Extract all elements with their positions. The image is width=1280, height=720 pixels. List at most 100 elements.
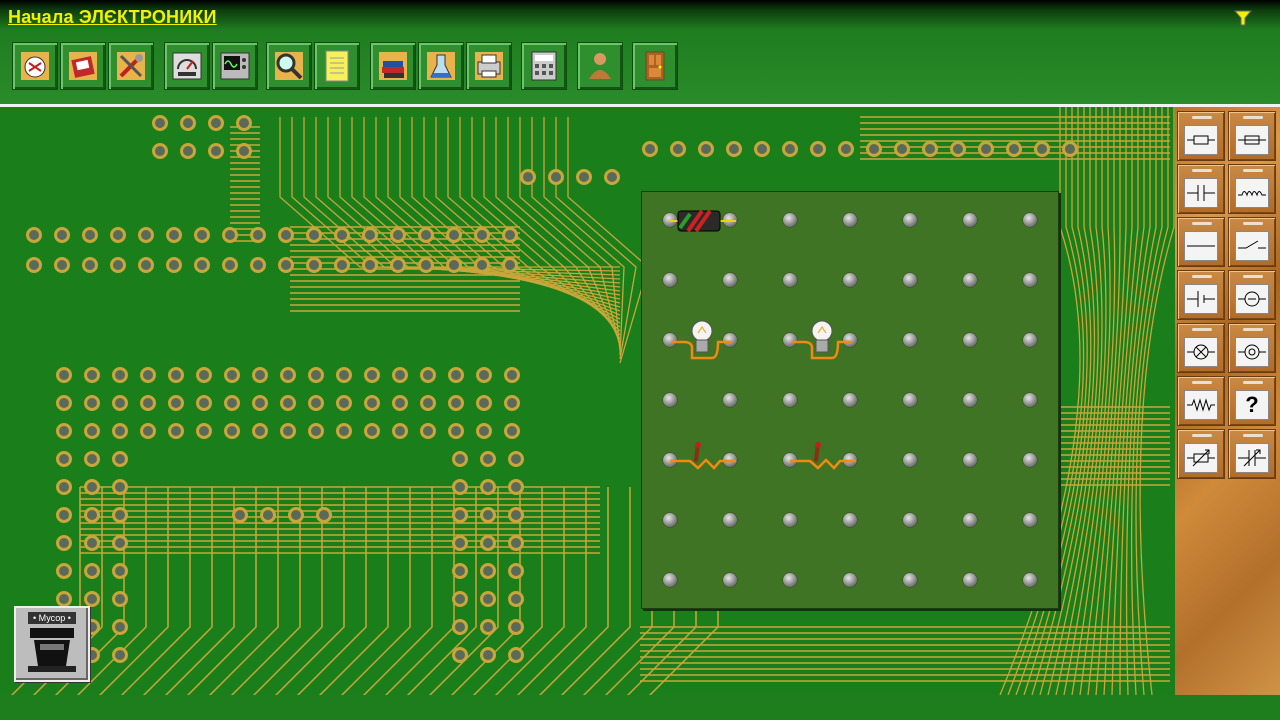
breadboard-peg[interactable]: [783, 513, 797, 527]
printer-icon: [475, 52, 503, 80]
oscilloscope-icon: [220, 52, 250, 80]
breadboard-peg[interactable]: [723, 393, 737, 407]
battery-icon: [1187, 291, 1215, 307]
breadboard-peg[interactable]: [963, 273, 977, 287]
breadboard-peg[interactable]: [1023, 393, 1037, 407]
breadboard-peg[interactable]: [903, 513, 917, 527]
breadboard-peg[interactable]: [1023, 213, 1037, 227]
breadboard-peg[interactable]: [783, 213, 797, 227]
new-circuit-icon: [21, 52, 49, 80]
breadboard-peg[interactable]: [963, 333, 977, 347]
lamp-component-2[interactable]: [792, 318, 852, 364]
voltmeter-icon: [1238, 291, 1266, 307]
breadboard-peg[interactable]: [903, 393, 917, 407]
breadboard-peg[interactable]: [1023, 333, 1037, 347]
breadboard-peg[interactable]: [1023, 273, 1037, 287]
breadboard-peg[interactable]: [663, 393, 677, 407]
switch-component-2[interactable]: [790, 440, 856, 472]
exit-button[interactable]: [632, 42, 678, 90]
palette-voltmeter-button[interactable]: [1228, 270, 1276, 320]
palette-fuse-button[interactable]: [1177, 111, 1225, 161]
breadboard-peg[interactable]: [783, 393, 797, 407]
breadboard-peg[interactable]: [783, 273, 797, 287]
print-button[interactable]: [466, 42, 512, 90]
breadboard-peg[interactable]: [1023, 513, 1037, 527]
header: Начала ЭЛЄКТРОНИКИ: [0, 0, 1280, 106]
breadboard-peg[interactable]: [963, 573, 977, 587]
palette-ammeter-button[interactable]: [1228, 323, 1276, 373]
breadboard-peg[interactable]: [843, 213, 857, 227]
capacitor-icon: [1187, 185, 1215, 201]
notes-icon: [325, 50, 349, 82]
breadboard-peg[interactable]: [843, 273, 857, 287]
palette-rheostat-button[interactable]: [1177, 429, 1225, 479]
breadboard[interactable]: [641, 191, 1059, 609]
books-icon: [379, 52, 407, 80]
new-circuit-button[interactable]: [12, 42, 58, 90]
library-button[interactable]: [370, 42, 416, 90]
rheostat-icon: [1187, 449, 1215, 467]
breadboard-peg[interactable]: [903, 213, 917, 227]
switch-component-1[interactable]: [670, 440, 736, 472]
switch-icon: [1238, 240, 1266, 249]
magnifier-icon: [275, 52, 303, 80]
breadboard-peg[interactable]: [903, 573, 917, 587]
breadboard-peg[interactable]: [903, 453, 917, 467]
breadboard-peg[interactable]: [843, 573, 857, 587]
open-button[interactable]: [60, 42, 106, 90]
battery-component[interactable]: [670, 208, 736, 234]
breadboard-peg[interactable]: [903, 333, 917, 347]
component-palette: ?: [1175, 107, 1280, 695]
palette-fuse-long-button[interactable]: [1228, 111, 1276, 161]
palette-switch-button[interactable]: [1228, 217, 1276, 267]
trash-bin[interactable]: • Мусор •: [14, 606, 90, 682]
help-button[interactable]: [577, 42, 623, 90]
trash-label: • Мусор •: [28, 612, 76, 624]
palette-lamp-button[interactable]: [1177, 323, 1225, 373]
app-title[interactable]: Начала ЭЛЄКТРОНИКИ: [8, 7, 217, 28]
breadboard-peg[interactable]: [903, 273, 917, 287]
breadboard-peg[interactable]: [963, 213, 977, 227]
tools-button[interactable]: [108, 42, 154, 90]
breadboard-peg[interactable]: [963, 453, 977, 467]
breadboard-peg[interactable]: [963, 393, 977, 407]
breadboard-peg[interactable]: [1023, 573, 1037, 587]
lab-icon: [427, 52, 455, 80]
breadboard-peg[interactable]: [963, 513, 977, 527]
experiment-button[interactable]: [418, 42, 464, 90]
breadboard-peg[interactable]: [843, 393, 857, 407]
palette-unknown-button[interactable]: ?: [1228, 376, 1276, 426]
palette-inductor-button[interactable]: [1228, 164, 1276, 214]
notes-button[interactable]: [314, 42, 360, 90]
palette-battery-button[interactable]: [1177, 270, 1225, 320]
breadboard-peg[interactable]: [663, 273, 677, 287]
calculator-icon: [531, 51, 557, 81]
wire-icon: [1187, 245, 1215, 247]
filter-icon[interactable]: [1234, 10, 1252, 26]
inspect-button[interactable]: [266, 42, 312, 90]
breadboard-peg[interactable]: [723, 513, 737, 527]
variable-capacitor-icon: [1238, 449, 1266, 467]
palette-capacitor-button[interactable]: [1177, 164, 1225, 214]
resistor-icon: [1187, 398, 1215, 412]
inductor-icon: [1238, 191, 1266, 197]
breadboard-peg[interactable]: [663, 513, 677, 527]
palette-variable-capacitor-button[interactable]: [1228, 429, 1276, 479]
breadboard-peg[interactable]: [843, 513, 857, 527]
calculator-button[interactable]: [521, 42, 567, 90]
breadboard-peg[interactable]: [663, 573, 677, 587]
meter-icon: [172, 52, 202, 80]
breadboard-peg[interactable]: [783, 573, 797, 587]
status-bar: [0, 695, 1280, 720]
exit-door-icon: [645, 51, 665, 81]
fuse-long-icon: [1238, 135, 1266, 145]
palette-resistor-button[interactable]: [1177, 376, 1225, 426]
meter-button[interactable]: [164, 42, 210, 90]
palette-wire-button[interactable]: [1177, 217, 1225, 267]
breadboard-peg[interactable]: [723, 273, 737, 287]
breadboard-peg[interactable]: [723, 573, 737, 587]
lamp-component-1[interactable]: [672, 318, 732, 364]
oscilloscope-button[interactable]: [212, 42, 258, 90]
breadboard-peg[interactable]: [1023, 453, 1037, 467]
lamp-icon: [1187, 344, 1215, 360]
